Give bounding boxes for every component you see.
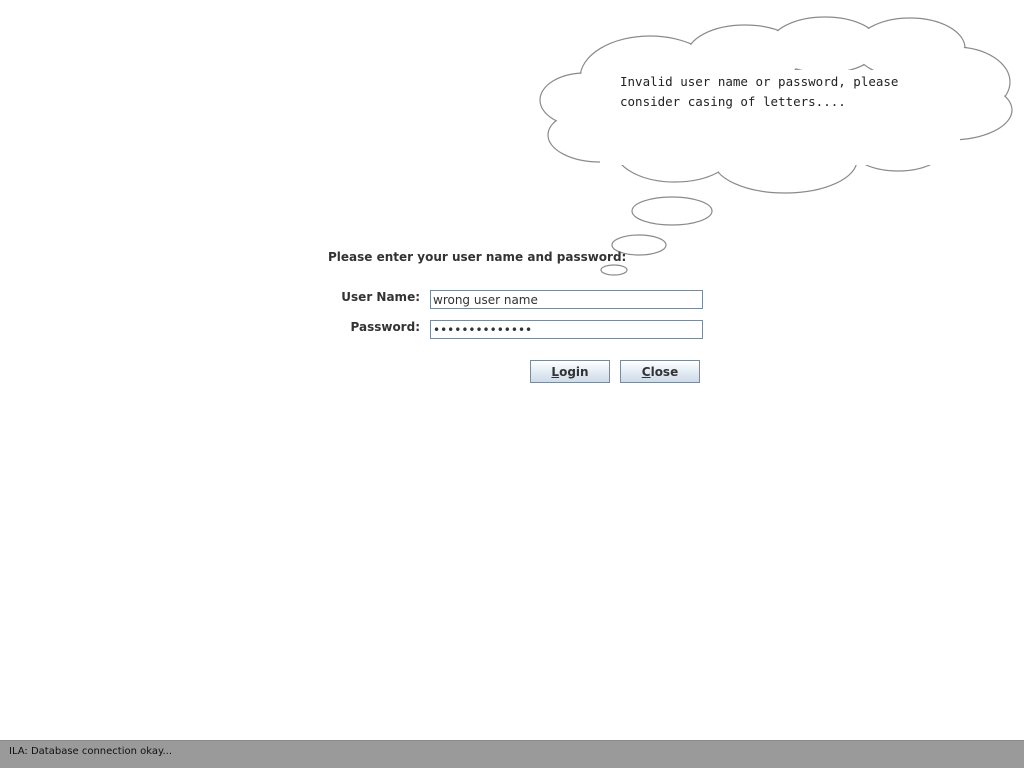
thought-bubble: Invalid user name or password, please co… <box>0 0 1024 290</box>
login-button-mnemonic: L <box>551 364 560 379</box>
login-button-label: ogin <box>559 364 589 379</box>
login-button[interactable]: Login <box>530 360 610 383</box>
thought-bubble-cloud-icon <box>539 16 1013 276</box>
password-field[interactable] <box>430 320 703 339</box>
username-label: User Name: <box>341 290 420 304</box>
close-button[interactable]: Close <box>620 360 700 383</box>
status-bar: ILA: Database connection okay... <box>0 740 1024 768</box>
status-text: ILA: Database connection okay... <box>9 746 173 757</box>
username-field[interactable] <box>430 290 703 309</box>
close-button-label: lose <box>650 364 679 379</box>
login-prompt: Please enter your user name and password… <box>328 250 627 264</box>
error-message: Invalid user name or password, please co… <box>620 74 899 109</box>
password-label: Password: <box>350 320 421 334</box>
close-button-mnemonic: C <box>641 364 651 379</box>
